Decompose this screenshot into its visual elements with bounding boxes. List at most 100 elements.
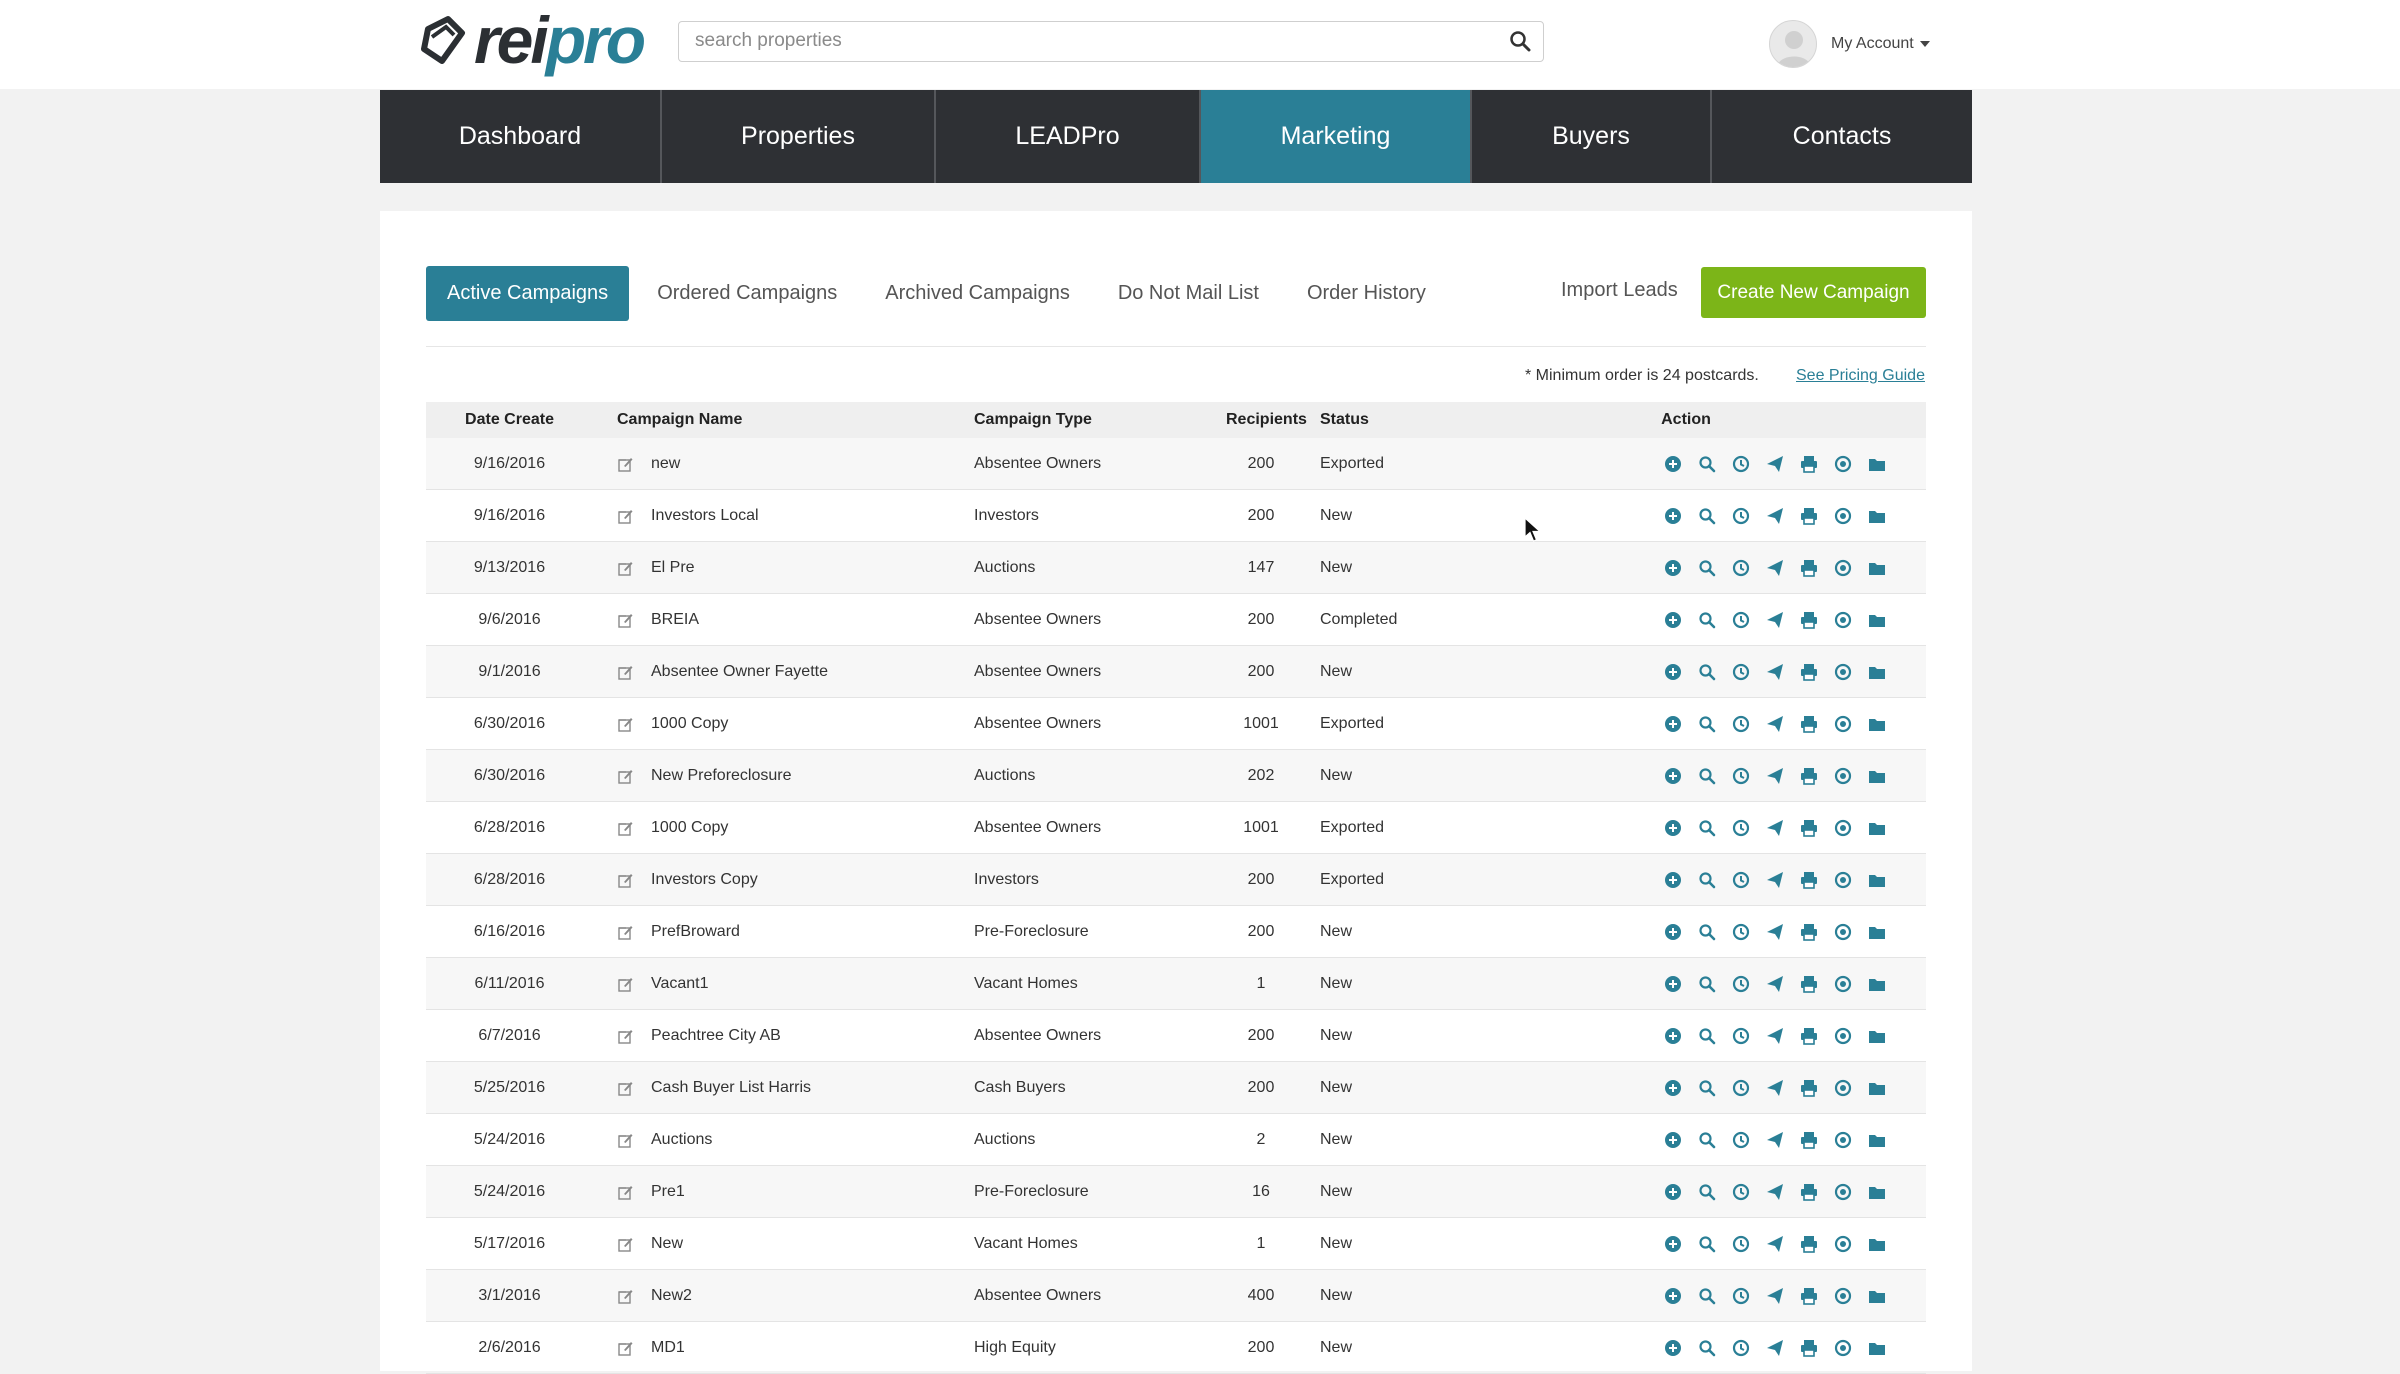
- send-icon[interactable]: [1766, 1339, 1784, 1357]
- send-icon[interactable]: [1766, 1131, 1784, 1149]
- print-icon[interactable]: [1800, 715, 1818, 733]
- folder-icon[interactable]: [1868, 923, 1886, 941]
- send-icon[interactable]: [1766, 663, 1784, 681]
- edit-icon[interactable]: [617, 508, 633, 524]
- folder-icon[interactable]: [1868, 1131, 1886, 1149]
- create-new-campaign-button[interactable]: Create New Campaign: [1701, 267, 1926, 318]
- account-label[interactable]: My Account: [1831, 35, 1914, 53]
- folder-icon[interactable]: [1868, 1079, 1886, 1097]
- edit-icon[interactable]: [617, 1132, 633, 1148]
- campaign-name-link[interactable]: New Preforeclosure: [651, 767, 792, 785]
- send-icon[interactable]: [1766, 767, 1784, 785]
- plus-circle-icon[interactable]: [1664, 1131, 1682, 1149]
- plus-circle-icon[interactable]: [1664, 1287, 1682, 1305]
- cancel-circle-icon[interactable]: [1834, 715, 1852, 733]
- header-campaign-name[interactable]: Campaign Name: [593, 411, 974, 429]
- campaign-name-link[interactable]: MD1: [651, 1339, 685, 1357]
- plus-circle-icon[interactable]: [1664, 871, 1682, 889]
- send-icon[interactable]: [1766, 871, 1784, 889]
- edit-icon[interactable]: [617, 560, 633, 576]
- folder-icon[interactable]: [1868, 663, 1886, 681]
- search-icon[interactable]: [1698, 767, 1716, 785]
- send-icon[interactable]: [1766, 455, 1784, 473]
- campaign-name-link[interactable]: New: [651, 1235, 683, 1253]
- print-icon[interactable]: [1800, 871, 1818, 889]
- print-icon[interactable]: [1800, 1287, 1818, 1305]
- clock-icon[interactable]: [1732, 819, 1750, 837]
- header-recipients[interactable]: Recipients: [1226, 411, 1307, 429]
- print-icon[interactable]: [1800, 975, 1818, 993]
- print-icon[interactable]: [1800, 923, 1818, 941]
- folder-icon[interactable]: [1868, 1235, 1886, 1253]
- cancel-circle-icon[interactable]: [1834, 1131, 1852, 1149]
- campaign-name-link[interactable]: Pre1: [651, 1183, 685, 1201]
- print-icon[interactable]: [1800, 767, 1818, 785]
- cancel-circle-icon[interactable]: [1834, 1183, 1852, 1201]
- plus-circle-icon[interactable]: [1664, 1027, 1682, 1045]
- folder-icon[interactable]: [1868, 1287, 1886, 1305]
- folder-icon[interactable]: [1868, 819, 1886, 837]
- folder-icon[interactable]: [1868, 767, 1886, 785]
- print-icon[interactable]: [1800, 1079, 1818, 1097]
- plus-circle-icon[interactable]: [1664, 1079, 1682, 1097]
- folder-icon[interactable]: [1868, 559, 1886, 577]
- clock-icon[interactable]: [1732, 663, 1750, 681]
- clock-icon[interactable]: [1732, 1235, 1750, 1253]
- campaign-name-link[interactable]: Absentee Owner Fayette: [651, 663, 828, 681]
- search-icon[interactable]: [1698, 611, 1716, 629]
- clock-icon[interactable]: [1732, 923, 1750, 941]
- edit-icon[interactable]: [617, 1184, 633, 1200]
- cancel-circle-icon[interactable]: [1834, 1079, 1852, 1097]
- nav-leadpro[interactable]: LEADPro: [936, 90, 1201, 183]
- edit-icon[interactable]: [617, 456, 633, 472]
- search-icon[interactable]: [1698, 715, 1716, 733]
- plus-circle-icon[interactable]: [1664, 455, 1682, 473]
- import-leads-link[interactable]: Import Leads: [1561, 279, 1678, 302]
- search-icon[interactable]: [1698, 819, 1716, 837]
- cancel-circle-icon[interactable]: [1834, 1287, 1852, 1305]
- campaign-name-link[interactable]: New2: [651, 1287, 692, 1305]
- plus-circle-icon[interactable]: [1664, 1183, 1682, 1201]
- send-icon[interactable]: [1766, 559, 1784, 577]
- plus-circle-icon[interactable]: [1664, 507, 1682, 525]
- nav-properties[interactable]: Properties: [662, 90, 936, 183]
- plus-circle-icon[interactable]: [1664, 1339, 1682, 1357]
- cancel-circle-icon[interactable]: [1834, 975, 1852, 993]
- cancel-circle-icon[interactable]: [1834, 1027, 1852, 1045]
- campaign-name-link[interactable]: Investors Local: [651, 507, 759, 525]
- clock-icon[interactable]: [1732, 455, 1750, 473]
- search-icon[interactable]: [1698, 923, 1716, 941]
- search-icon[interactable]: [1698, 975, 1716, 993]
- campaign-name-link[interactable]: 1000 Copy: [651, 715, 728, 733]
- edit-icon[interactable]: [617, 1080, 633, 1096]
- print-icon[interactable]: [1800, 611, 1818, 629]
- folder-icon[interactable]: [1868, 871, 1886, 889]
- clock-icon[interactable]: [1732, 1287, 1750, 1305]
- tab-archived-campaigns[interactable]: Archived Campaigns: [885, 282, 1070, 305]
- print-icon[interactable]: [1800, 1183, 1818, 1201]
- nav-marketing[interactable]: Marketing: [1201, 90, 1472, 183]
- send-icon[interactable]: [1766, 611, 1784, 629]
- print-icon[interactable]: [1800, 1131, 1818, 1149]
- reipro-logo[interactable]: reipro: [418, 3, 646, 77]
- folder-icon[interactable]: [1868, 611, 1886, 629]
- send-icon[interactable]: [1766, 507, 1784, 525]
- print-icon[interactable]: [1800, 507, 1818, 525]
- send-icon[interactable]: [1766, 715, 1784, 733]
- search-icon[interactable]: [1698, 1079, 1716, 1097]
- pricing-guide-link[interactable]: See Pricing Guide: [1796, 367, 1925, 385]
- send-icon[interactable]: [1766, 1079, 1784, 1097]
- cancel-circle-icon[interactable]: [1834, 559, 1852, 577]
- search-input[interactable]: [695, 22, 1485, 60]
- edit-icon[interactable]: [617, 1340, 633, 1356]
- search-icon[interactable]: [1698, 1339, 1716, 1357]
- cancel-circle-icon[interactable]: [1834, 923, 1852, 941]
- clock-icon[interactable]: [1732, 1183, 1750, 1201]
- campaign-name-link[interactable]: Auctions: [651, 1131, 712, 1149]
- print-icon[interactable]: [1800, 559, 1818, 577]
- tab-ordered-campaigns[interactable]: Ordered Campaigns: [657, 282, 837, 305]
- cancel-circle-icon[interactable]: [1834, 819, 1852, 837]
- cancel-circle-icon[interactable]: [1834, 1339, 1852, 1357]
- campaign-name-link[interactable]: BREIA: [651, 611, 699, 629]
- plus-circle-icon[interactable]: [1664, 1235, 1682, 1253]
